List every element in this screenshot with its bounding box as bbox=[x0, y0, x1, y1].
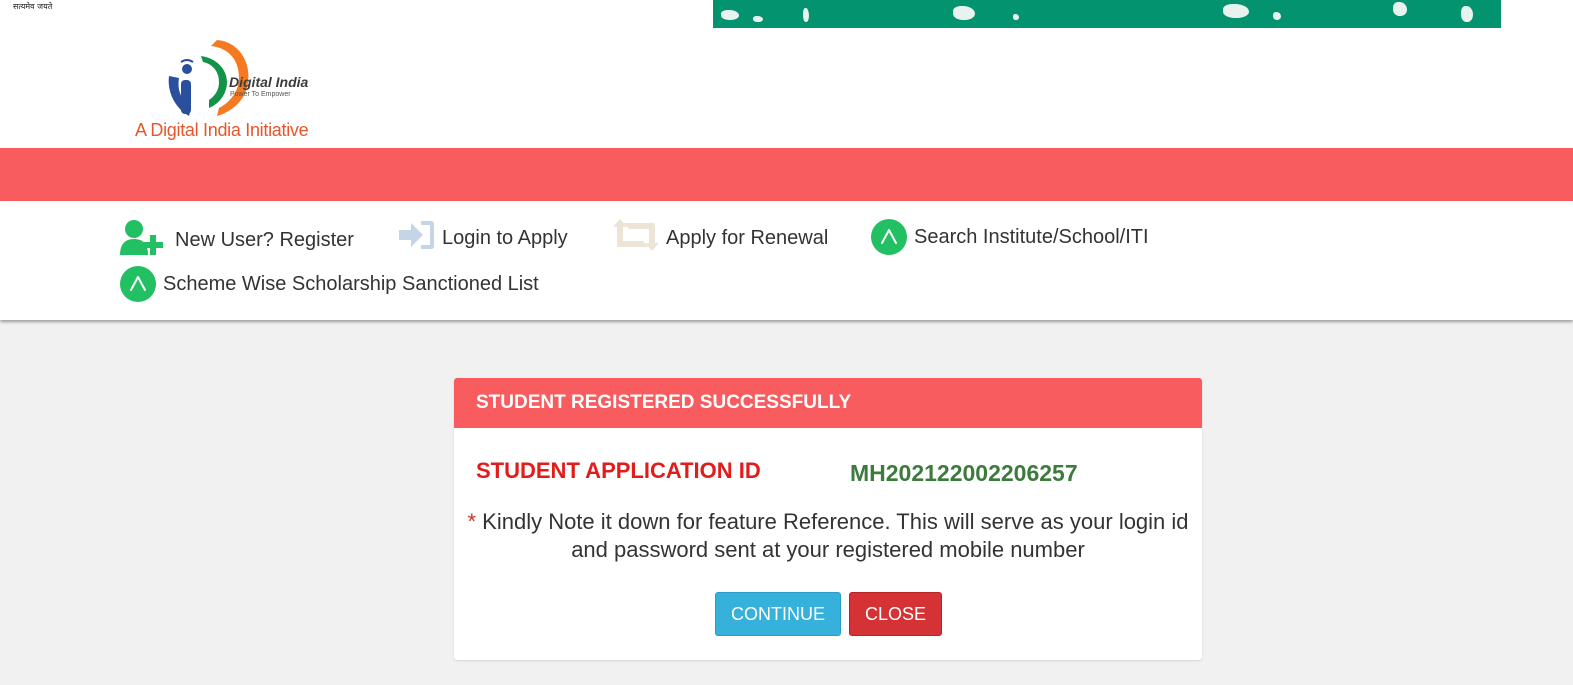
national-motto: सत्यमेव जयते bbox=[13, 2, 53, 11]
close-button[interactable]: CLOSE bbox=[849, 592, 942, 636]
nav-item-label: Scheme Wise Scholarship Sanctioned List bbox=[163, 272, 539, 295]
nav-scheme-wise-sanctioned-list[interactable]: Scheme Wise Scholarship Sanctioned List bbox=[120, 266, 539, 302]
nav-item-label: Login to Apply bbox=[442, 226, 568, 249]
application-id-label: STUDENT APPLICATION ID bbox=[476, 458, 761, 483]
required-star: * bbox=[467, 509, 477, 534]
nav-apply-for-renewal[interactable]: Apply for Renewal bbox=[613, 219, 828, 257]
logo-brand-text: Digital India bbox=[229, 74, 309, 90]
logo-brand-subtext: Power To Empower bbox=[230, 91, 291, 98]
modal-title: STUDENT REGISTERED SUCCESSFULLY bbox=[476, 392, 852, 413]
registration-success-modal: STUDENT REGISTERED SUCCESSFULLY STUDENT … bbox=[454, 378, 1202, 660]
continue-button[interactable]: CONTINUE bbox=[715, 592, 841, 636]
application-id-value: MH202122002206257 bbox=[850, 460, 1078, 486]
site-header: सत्यमेव जयते Digital India Power To Empo… bbox=[0, 0, 1573, 148]
circle-a-icon bbox=[120, 266, 156, 302]
nav-item-label: New User? Register bbox=[175, 228, 354, 251]
nav-login-to-apply[interactable]: Login to Apply bbox=[399, 219, 568, 257]
top-color-band bbox=[0, 148, 1573, 201]
reference-note: * Kindly Note it down for feature Refere… bbox=[454, 508, 1202, 564]
modal-header: STUDENT REGISTERED SUCCESSFULLY bbox=[454, 378, 1202, 428]
nav-new-user-register[interactable]: New User? Register bbox=[120, 219, 354, 261]
circle-a-icon bbox=[871, 219, 907, 255]
modal-actions: CONTINUE CLOSE bbox=[715, 592, 942, 636]
retweet-icon bbox=[613, 219, 659, 257]
nav-item-label: Search Institute/School/ITI bbox=[914, 225, 1149, 248]
sign-in-icon bbox=[399, 219, 435, 257]
nav-search-institute[interactable]: Search Institute/School/ITI bbox=[871, 219, 1149, 255]
add-user-icon bbox=[120, 219, 168, 261]
logo-tagline: A Digital India Initiative bbox=[135, 120, 309, 140]
main-nav: New User? Register Login to Apply Apply … bbox=[0, 201, 1573, 320]
digital-india-logo[interactable]: Digital India Power To Empower A Digital… bbox=[133, 36, 323, 142]
nav-item-label: Apply for Renewal bbox=[666, 226, 829, 249]
header-banner-image bbox=[713, 0, 1501, 28]
note-text: Kindly Note it down for feature Referenc… bbox=[482, 509, 1189, 562]
